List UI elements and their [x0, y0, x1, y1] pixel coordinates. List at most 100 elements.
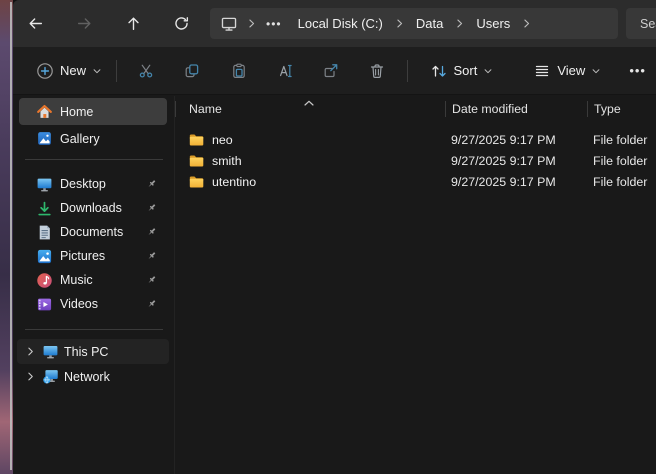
chevron-right-icon[interactable]: [453, 17, 466, 30]
search-input[interactable]: [638, 16, 656, 32]
trash-icon: [368, 62, 386, 80]
chevron-right-icon[interactable]: [245, 17, 258, 30]
up-arrow-icon: [125, 15, 142, 32]
paste-icon: [230, 62, 248, 80]
new-button[interactable]: New: [28, 56, 110, 86]
toolbar-separator: [116, 60, 117, 82]
pin-icon: [145, 178, 158, 191]
chevron-right-icon[interactable]: [393, 17, 406, 30]
sidebar-quick-access-top: Home Gallery: [13, 98, 173, 152]
sort-ascending-icon: [303, 96, 315, 110]
explorer-body: Home Gallery Desktop Downloads Documents…: [13, 96, 656, 474]
search-box[interactable]: [626, 8, 656, 39]
file-row-neo[interactable]: neo 9/27/2025 9:17 PM File folder: [175, 129, 656, 150]
rename-icon: [276, 62, 294, 80]
file-date-modified: 9/27/2025 9:17 PM: [445, 154, 587, 168]
forward-arrow-icon: [76, 15, 93, 32]
view-list-icon: [533, 62, 551, 80]
sidebar-item-documents[interactable]: Documents: [19, 220, 167, 244]
file-date-modified: 9/27/2025 9:17 PM: [445, 175, 587, 189]
sidebar-tree: This PC Network: [13, 339, 173, 389]
breadcrumb-item-local-disk-c[interactable]: Local Disk (C:): [289, 12, 392, 35]
expand-chevron-icon[interactable]: [23, 345, 37, 359]
forward-button[interactable]: [67, 6, 101, 40]
sidebar-divider: [25, 159, 163, 160]
downloads-icon: [36, 200, 53, 217]
chevron-right-icon[interactable]: [520, 17, 533, 30]
sidebar-item-this-pc[interactable]: This PC: [17, 339, 169, 364]
sidebar-item-music[interactable]: Music: [19, 268, 167, 292]
plus-circle-icon: [36, 62, 54, 80]
column-header-type[interactable]: Type: [587, 101, 656, 117]
videos-icon: [36, 296, 53, 313]
file-name: smith: [212, 154, 242, 168]
desktop-icon: [36, 176, 53, 193]
home-icon: [36, 103, 53, 120]
sidebar-quick-access-pinned: Desktop Downloads Documents Pictures Mus…: [13, 172, 173, 316]
back-arrow-icon: [27, 15, 44, 32]
file-row-smith[interactable]: smith 9/27/2025 9:17 PM File folder: [175, 150, 656, 171]
view-button[interactable]: View: [525, 56, 609, 86]
file-type: File folder: [587, 175, 656, 189]
column-headers: Name Date modified Type: [175, 96, 656, 122]
sidebar-item-desktop[interactable]: Desktop: [19, 172, 167, 196]
rename-button[interactable]: [265, 53, 305, 89]
sidebar-item-pictures[interactable]: Pictures: [19, 244, 167, 268]
pin-icon: [145, 250, 158, 263]
window-edge-highlight: [10, 2, 12, 470]
new-button-label: New: [60, 63, 86, 78]
file-name: neo: [212, 133, 233, 147]
sort-button[interactable]: Sort: [422, 56, 502, 86]
folder-icon: [188, 153, 205, 168]
pin-icon: [145, 274, 158, 287]
folder-icon: [188, 132, 205, 147]
file-type: File folder: [587, 133, 656, 147]
file-date-modified: 9/27/2025 9:17 PM: [445, 133, 587, 147]
refresh-button[interactable]: [164, 6, 198, 40]
file-row-utentino[interactable]: utentino 9/27/2025 9:17 PM File folder: [175, 171, 656, 192]
share-button[interactable]: [311, 53, 351, 89]
delete-button[interactable]: [357, 53, 397, 89]
sidebar-item-network[interactable]: Network: [17, 364, 169, 389]
sidebar-item-videos[interactable]: Videos: [19, 292, 167, 316]
up-button[interactable]: [116, 6, 150, 40]
pin-icon: [145, 298, 158, 311]
file-explorer-window: ••• Local Disk (C:) Data Users New: [13, 0, 656, 474]
address-bar[interactable]: ••• Local Disk (C:) Data Users: [210, 8, 618, 39]
copy-icon: [183, 62, 201, 80]
breadcrumb-item-users[interactable]: Users: [467, 12, 519, 35]
command-toolbar: New: [13, 47, 656, 95]
navigation-bar: ••• Local Disk (C:) Data Users: [13, 0, 656, 47]
documents-icon: [36, 224, 53, 241]
cut-icon: [137, 62, 155, 80]
sidebar-item-home[interactable]: Home: [19, 98, 167, 125]
sidebar-item-gallery[interactable]: Gallery: [19, 125, 167, 152]
breadcrumb-overflow-button[interactable]: •••: [259, 17, 289, 31]
chevron-down-icon: [92, 66, 102, 76]
gallery-icon: [36, 130, 53, 147]
expand-chevron-icon[interactable]: [23, 370, 37, 384]
thispc-icon: [42, 343, 59, 360]
cut-button[interactable]: [126, 53, 166, 89]
breadcrumb: Local Disk (C:) Data Users: [289, 12, 535, 35]
toolbar-separator: [407, 60, 408, 82]
music-icon: [36, 272, 53, 289]
more-options-button[interactable]: •••: [619, 57, 656, 84]
file-name: utentino: [212, 175, 256, 189]
column-header-date-modified[interactable]: Date modified: [445, 101, 587, 117]
chevron-down-icon: [591, 66, 601, 76]
copy-button[interactable]: [172, 53, 212, 89]
paste-button[interactable]: [219, 53, 259, 89]
this-pc-icon[interactable]: [220, 15, 238, 33]
view-button-label: View: [557, 63, 585, 78]
file-list-pane: Name Date modified Type neo 9/27/2025 9:…: [174, 96, 656, 474]
breadcrumb-item-data[interactable]: Data: [407, 12, 452, 35]
folder-icon: [188, 174, 205, 189]
pin-icon: [145, 202, 158, 215]
back-button[interactable]: [18, 6, 52, 40]
sidebar-item-downloads[interactable]: Downloads: [19, 196, 167, 220]
sidebar-divider: [25, 329, 163, 330]
chevron-down-icon: [483, 66, 493, 76]
sort-icon: [430, 62, 448, 80]
sort-button-label: Sort: [454, 63, 478, 78]
